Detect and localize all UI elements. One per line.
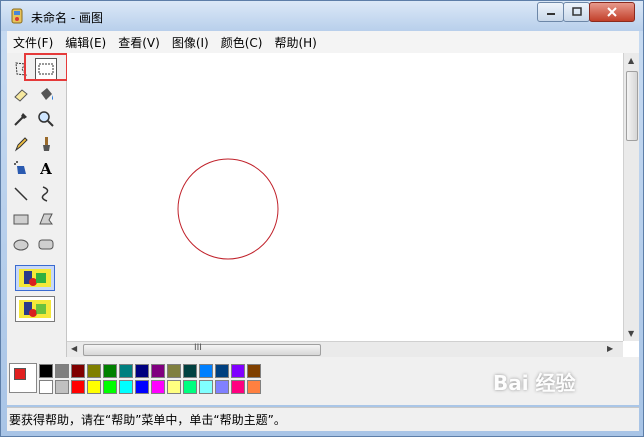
brush-tool[interactable]	[35, 133, 57, 155]
curve-tool[interactable]	[35, 183, 57, 205]
palette-swatch[interactable]	[55, 364, 69, 378]
ellipse-tool[interactable]	[10, 233, 32, 255]
brush-icon	[43, 137, 50, 151]
minimize-button[interactable]	[537, 2, 564, 22]
palette-swatch[interactable]	[151, 364, 165, 378]
palette-swatch[interactable]	[247, 364, 261, 378]
palette-swatch[interactable]	[39, 380, 53, 394]
palette-swatch[interactable]	[215, 380, 229, 394]
palette-swatch[interactable]	[231, 380, 245, 394]
opaque-shapes-icon	[19, 269, 51, 287]
scroll-grip: III	[194, 343, 202, 353]
menu-help[interactable]: 帮助(H)	[268, 34, 322, 51]
horizontal-scrollbar[interactable]: ◀ III ▶	[67, 341, 623, 357]
fill-icon	[41, 88, 53, 100]
airbrush-icon	[14, 161, 26, 174]
menu-color[interactable]: 颜色(C)	[215, 34, 269, 51]
text-tool[interactable]: A	[35, 158, 57, 180]
ellipse-icon	[13, 239, 29, 251]
minimize-icon	[546, 13, 555, 15]
drawn-circle[interactable]	[177, 158, 279, 260]
palette-swatch[interactable]	[167, 364, 181, 378]
magnifier-tool[interactable]	[35, 108, 57, 130]
rounded-rect-tool[interactable]	[35, 233, 57, 255]
palette-swatch[interactable]	[151, 380, 165, 394]
palette-swatch[interactable]	[167, 380, 181, 394]
polygon-icon	[39, 213, 53, 225]
selection-highlight-annotation	[24, 53, 68, 81]
palette-swatch[interactable]	[199, 364, 213, 378]
palette-swatch[interactable]	[55, 380, 69, 394]
palette-swatch[interactable]	[119, 380, 133, 394]
palette-swatch[interactable]	[135, 380, 149, 394]
toolbox: A	[7, 53, 67, 357]
palette-swatch[interactable]	[103, 380, 117, 394]
paint-window: 未命名 - 画图 文件(F) 编辑(E) 查看(V) 图像(I) 颜色(C) 帮…	[0, 0, 644, 437]
palette-swatch[interactable]	[135, 364, 149, 378]
pencil-icon	[14, 137, 28, 152]
eraser-icon	[14, 89, 28, 102]
palette-swatch[interactable]	[71, 364, 85, 378]
title-bar[interactable]: 未命名 - 画图	[1, 1, 643, 31]
color-picker-tool[interactable]	[10, 108, 32, 130]
pencil-tool[interactable]	[10, 133, 32, 155]
menu-file[interactable]: 文件(F)	[7, 34, 59, 51]
palette-swatch[interactable]	[215, 364, 229, 378]
rectangle-icon	[13, 214, 29, 225]
scroll-down-icon[interactable]: ▼	[628, 329, 634, 338]
maximize-icon	[571, 7, 582, 16]
foreground-color	[14, 368, 26, 380]
current-colors[interactable]	[9, 363, 37, 393]
opaque-option[interactable]	[15, 265, 55, 291]
palette-swatch[interactable]	[71, 380, 85, 394]
palette-swatch[interactable]	[119, 364, 133, 378]
watermark-text: Bai 经验	[493, 371, 576, 395]
scroll-left-icon[interactable]: ◀	[71, 344, 77, 353]
palette-swatch[interactable]	[183, 364, 197, 378]
close-icon	[607, 7, 617, 17]
text-icon: A	[40, 160, 52, 178]
palette-swatch[interactable]	[87, 364, 101, 378]
line-tool[interactable]	[10, 183, 32, 205]
magnifier-icon	[38, 111, 54, 127]
airbrush-tool[interactable]	[10, 158, 32, 180]
maximize-button[interactable]	[563, 2, 590, 22]
palette-swatch[interactable]	[199, 380, 213, 394]
palette-swatch[interactable]	[103, 364, 117, 378]
rectangle-tool[interactable]	[10, 208, 32, 230]
scroll-up-icon[interactable]: ▲	[628, 56, 634, 65]
line-icon	[14, 187, 28, 201]
vertical-scroll-thumb[interactable]	[626, 71, 638, 141]
baidu-watermark: Bai 经验	[493, 367, 633, 417]
menu-bar: 文件(F) 编辑(E) 查看(V) 图像(I) 颜色(C) 帮助(H)	[7, 31, 639, 53]
palette-swatch[interactable]	[87, 380, 101, 394]
rounded-rect-icon	[38, 239, 54, 250]
menu-edit[interactable]: 编辑(E)	[59, 34, 112, 51]
drawing-canvas[interactable]	[67, 53, 639, 357]
status-text: 要获得帮助，请在“帮助”菜单中，单击“帮助主题”。	[9, 413, 286, 427]
curve-icon	[41, 186, 49, 202]
fill-tool[interactable]	[35, 83, 57, 105]
vertical-scrollbar[interactable]: ▲ ▼	[623, 53, 639, 341]
palette-swatch[interactable]	[183, 380, 197, 394]
scroll-right-icon[interactable]: ▶	[607, 344, 613, 353]
close-button[interactable]	[589, 2, 635, 22]
palette-swatch[interactable]	[39, 364, 53, 378]
transparent-shapes-icon	[19, 300, 51, 318]
color-picker-icon	[14, 113, 27, 126]
transparent-option[interactable]	[15, 296, 55, 322]
palette-swatch[interactable]	[247, 380, 261, 394]
canvas-drawing	[177, 158, 279, 260]
polygon-tool[interactable]	[35, 208, 57, 230]
paint-app-icon	[11, 8, 23, 24]
eraser-tool[interactable]	[10, 83, 32, 105]
palette-swatch[interactable]	[231, 364, 245, 378]
horizontal-scroll-thumb[interactable]: III	[83, 343, 321, 356]
menu-view[interactable]: 查看(V)	[112, 34, 166, 51]
window-title: 未命名 - 画图	[31, 11, 103, 25]
menu-image[interactable]: 图像(I)	[166, 34, 215, 51]
